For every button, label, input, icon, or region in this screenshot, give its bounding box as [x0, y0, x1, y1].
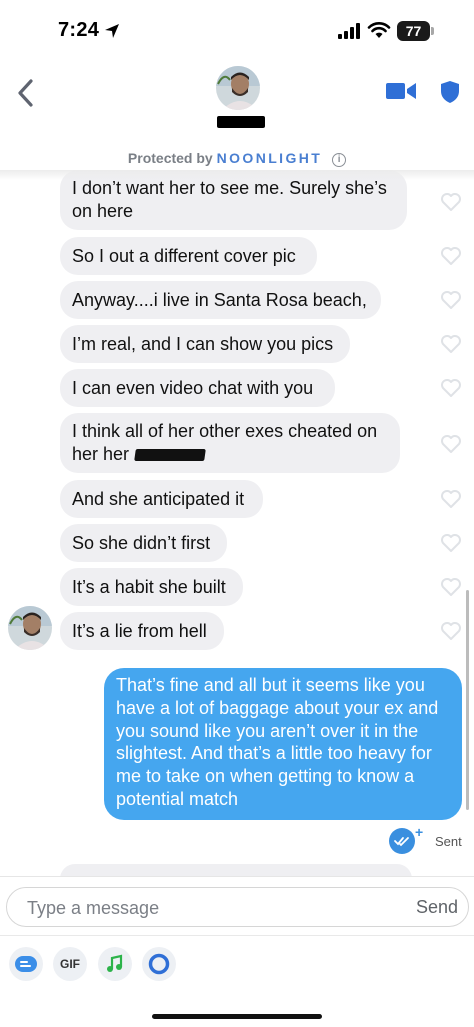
like-heart-icon[interactable] — [440, 533, 462, 553]
received-message[interactable]: So she didn’t first — [60, 524, 227, 562]
message-text: you sound like you aren’t over it in the — [116, 720, 419, 741]
cellular-signal-icon — [338, 23, 360, 39]
info-icon[interactable]: i — [332, 153, 347, 167]
received-message[interactable]: I’m real, and I can show you pics — [60, 325, 350, 363]
message-input-container[interactable] — [6, 887, 469, 927]
chat-header: Protected by NOONLIGHT i — [0, 60, 474, 178]
match-avatar[interactable] — [216, 66, 260, 110]
name-redaction — [217, 116, 265, 128]
ring-icon — [148, 953, 170, 975]
message-text: So I out a different cover pic — [72, 245, 296, 266]
message-text: That’s fine and all but it seems like yo… — [116, 675, 425, 695]
scrollbar[interactable] — [466, 590, 469, 810]
like-heart-icon[interactable] — [440, 290, 462, 310]
like-heart-icon[interactable] — [440, 246, 462, 266]
avatar-photo-icon — [8, 606, 52, 650]
like-heart-icon[interactable] — [440, 577, 462, 597]
home-indicator[interactable] — [152, 1014, 322, 1019]
location-arrow-icon — [105, 24, 119, 38]
message-text: on here — [72, 201, 134, 221]
sent-status: Sent — [435, 834, 462, 849]
divider — [0, 935, 474, 936]
back-chevron-icon[interactable] — [14, 78, 38, 108]
message-text: me to take on when getting to know a — [116, 766, 415, 787]
like-heart-icon[interactable] — [440, 489, 462, 509]
message-text: I can even video chat with you — [72, 377, 314, 398]
message-text-with-redaction: her her — [72, 443, 206, 466]
battery-indicator: 77 — [397, 21, 430, 41]
sent-message[interactable]: That’s fine and all but it seems like yo… — [104, 668, 462, 820]
noonlight-brand: NOONLIGHT — [216, 150, 323, 166]
like-heart-icon[interactable] — [440, 192, 462, 212]
message-text: slightest. And that’s a little too heavy… — [116, 743, 432, 764]
header-shadow — [0, 170, 474, 180]
like-heart-icon[interactable] — [440, 334, 462, 354]
message-text: I don’t want her to see me. Surely she’s — [72, 178, 387, 198]
like-heart-icon[interactable] — [440, 378, 462, 398]
received-message[interactable]: So I out a different cover pic — [60, 237, 317, 275]
message-text: potential match — [116, 788, 239, 809]
music-note-icon — [107, 954, 123, 972]
status-bar: 7:24 77 — [0, 0, 474, 60]
like-heart-icon[interactable] — [440, 621, 462, 641]
wifi-icon — [367, 22, 391, 38]
message-thread[interactable]: I don’t want her to see me. Surely she’s… — [0, 170, 474, 878]
status-time: 7:24 — [58, 19, 100, 41]
message-text: It’s a habit she built — [72, 576, 226, 597]
message-text: So she didn’t first — [72, 532, 211, 553]
battery-cap — [431, 27, 434, 35]
message-text: Anyway....i live in Santa Rosa beach, — [72, 289, 367, 310]
composer: Send GIF — [0, 876, 474, 1027]
message-text: I think all of her other exes cheated on — [72, 421, 378, 441]
send-button[interactable]: Send — [412, 887, 462, 927]
gif-label: GIF — [60, 957, 80, 971]
received-message[interactable]: It’s a lie from hell — [60, 612, 224, 650]
like-heart-icon[interactable] — [440, 434, 462, 454]
music-button[interactable] — [98, 947, 132, 981]
sticker-icon — [15, 956, 37, 972]
name-redaction — [134, 449, 206, 462]
received-message[interactable]: I can even video chat with you — [60, 369, 335, 407]
video-call-icon[interactable] — [386, 81, 416, 101]
read-receipt-plus-icon[interactable]: + — [415, 824, 423, 840]
bitmoji-button[interactable] — [142, 947, 176, 981]
double-check-icon — [394, 837, 409, 847]
message-input[interactable] — [27, 896, 387, 920]
sender-avatar[interactable] — [8, 606, 52, 650]
message-text: have a lot of baggage about your ex and — [116, 697, 439, 718]
sticker-button[interactable] — [9, 947, 43, 981]
avatar-photo-icon — [216, 66, 260, 110]
received-message[interactable]: It’s a habit she built — [60, 568, 243, 606]
protected-prefix: Protected by — [127, 150, 213, 166]
received-message[interactable]: Anyway....i live in Santa Rosa beach, — [60, 281, 381, 319]
read-receipt-icon[interactable] — [389, 828, 415, 854]
safety-shield-icon[interactable] — [440, 80, 460, 104]
message-text: It’s a lie from hell — [72, 620, 207, 641]
message-text: And she anticipated it — [72, 488, 245, 509]
protected-by-banner[interactable]: Protected by NOONLIGHT i — [0, 150, 474, 167]
message-text: her her — [72, 444, 130, 464]
message-text: I’m real, and I can show you pics — [72, 333, 334, 354]
received-message[interactable]: I think all of her other exes cheated on… — [60, 413, 400, 473]
received-message[interactable]: And she anticipated it — [60, 480, 263, 518]
gif-button[interactable]: GIF — [53, 947, 87, 981]
